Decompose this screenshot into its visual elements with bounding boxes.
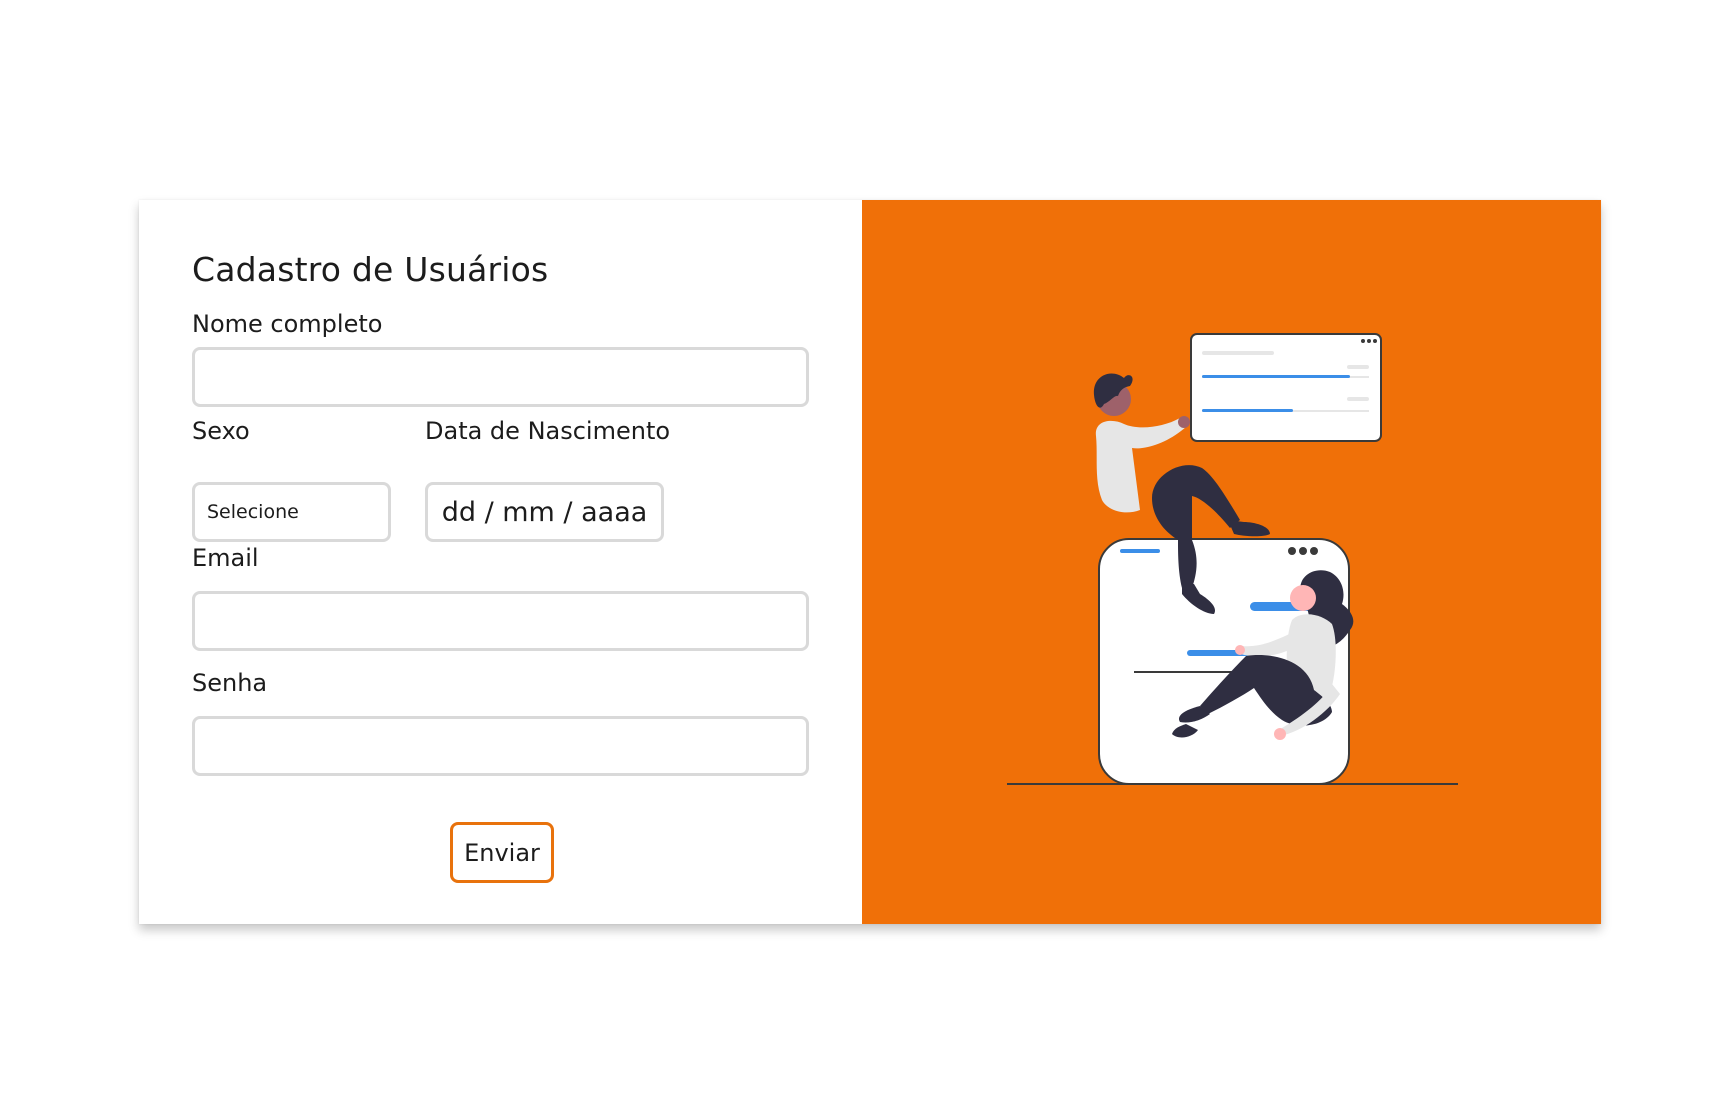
- people-collaborating-illustration: [1007, 333, 1458, 785]
- sex-select[interactable]: Selecione: [192, 482, 391, 542]
- sex-select-value: Selecione: [207, 501, 299, 523]
- full-name-input[interactable]: [192, 347, 809, 407]
- full-name-label: Nome completo: [192, 310, 383, 338]
- email-label: Email: [192, 544, 259, 572]
- page-title: Cadastro de Usuários: [192, 250, 549, 289]
- illustration-panel: [862, 200, 1601, 924]
- submit-button[interactable]: Enviar: [450, 822, 554, 883]
- sex-label: Sexo: [192, 417, 250, 445]
- form-panel: Cadastro de Usuários Nome completo Sexo …: [139, 200, 862, 924]
- browser-window-icon: [1190, 333, 1382, 442]
- email-input[interactable]: [192, 591, 809, 651]
- birth-date-placeholder: dd / mm / aaaa: [441, 496, 648, 528]
- birth-date-input[interactable]: dd / mm / aaaa: [425, 482, 664, 542]
- birth-date-label: Data de Nascimento: [425, 417, 671, 445]
- password-input[interactable]: [192, 716, 809, 776]
- password-label: Senha: [192, 669, 268, 697]
- registration-card: Cadastro de Usuários Nome completo Sexo …: [139, 200, 1601, 924]
